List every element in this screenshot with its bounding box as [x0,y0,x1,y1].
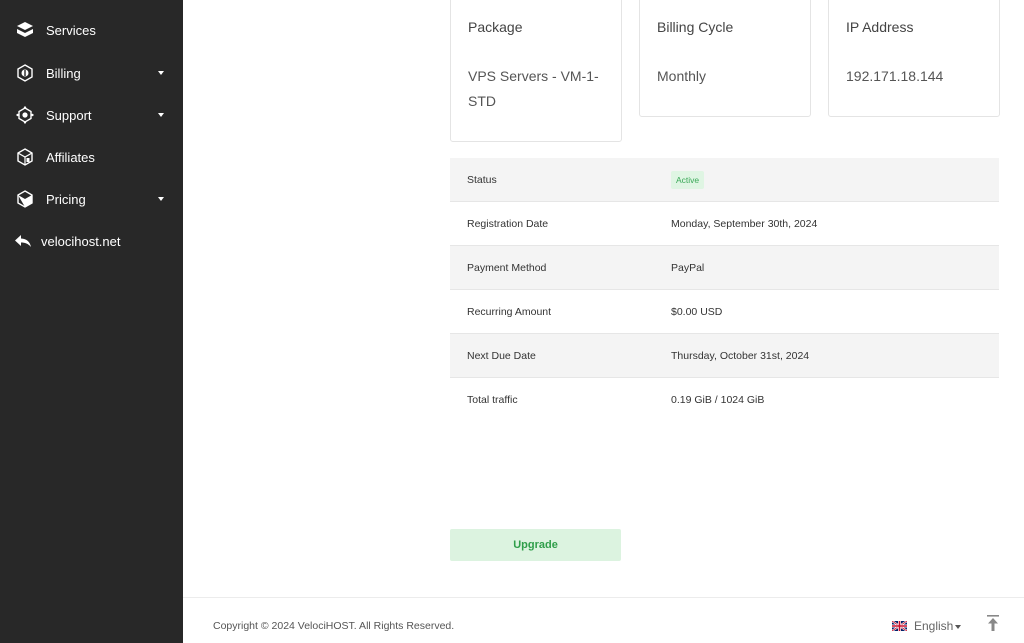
affiliates-cube-icon [17,148,33,166]
row-label: Recurring Amount [467,306,552,318]
row-value: Monday, September 30th, 2024 [671,218,818,230]
table-row: Next Due Date Thursday, October 31st, 20… [450,334,999,378]
chevron-down-icon [158,113,164,117]
row-value: Thursday, October 31st, 2024 [671,350,810,362]
billing-cube-icon [17,64,33,82]
table-row: Recurring Amount $0.00 USD [450,290,999,334]
row-label: Registration Date [467,218,549,230]
table-row: Payment Method PayPal [450,246,999,290]
row-value: $0.00 USD [671,306,723,318]
package-card: Package VPS Servers - VM-1-STD [450,0,622,142]
sidebar-item-label: Billing [46,66,81,81]
language-selector[interactable]: English [892,618,962,634]
footer-divider [183,597,1024,598]
row-label: Payment Method [467,262,547,274]
chevron-down-icon [158,71,164,75]
table-row: Status Active [450,158,999,202]
row-label: Total traffic [467,394,518,406]
billing-cycle-card-title: Billing Cycle [657,19,734,35]
sidebar-item-pricing[interactable]: Pricing [0,181,183,217]
table-row: Total traffic 0.19 GiB / 1024 GiB [450,378,999,421]
reply-arrow-icon [15,235,31,247]
table-row: Registration Date Monday, September 30th… [450,202,999,246]
chevron-down-icon [158,197,164,201]
billing-cycle-card-value: Monthly [657,68,707,84]
sidebar-item-services[interactable]: Services [0,12,183,48]
sidebar-back-link[interactable]: velocihost.net [0,223,183,259]
ip-address-card-value: 192.171.18.144 [846,68,944,84]
language-label: English [914,619,954,633]
ip-address-card-title: IP Address [846,19,914,35]
sidebar: Services Billing Support Affiliates Pric… [0,0,183,643]
copyright-text: Copyright © 2024 VelociHOST. All Rights … [213,620,455,632]
status-badge: Active [671,171,705,189]
ip-address-card: IP Address 192.171.18.144 [828,0,1000,117]
row-label: Next Due Date [467,350,536,362]
row-value: 0.19 GiB / 1024 GiB [671,394,765,406]
scroll-to-top-icon[interactable] [985,614,1001,632]
sidebar-item-support[interactable]: Support [0,97,183,133]
upgrade-button[interactable]: Upgrade [450,529,621,561]
row-label: Status [467,174,497,186]
sidebar-item-label: Services [46,23,96,38]
sidebar-item-label: Support [46,108,92,123]
back-link-label: velocihost.net [41,234,121,249]
pricing-cube-icon [17,190,33,208]
chevron-down-icon [955,625,962,629]
sidebar-item-billing[interactable]: Billing [0,55,183,91]
package-card-title: Package [468,19,523,35]
package-card-value: VPS Servers - VM-1-STD [468,68,599,109]
sidebar-item-affiliates[interactable]: Affiliates [0,139,183,175]
support-cube-icon [16,106,34,124]
services-cube-icon [17,22,33,37]
sidebar-item-label: Pricing [46,192,86,207]
sidebar-item-label: Affiliates [46,150,95,165]
row-value: PayPal [671,262,705,274]
uk-flag-icon [892,621,907,631]
billing-cycle-card: Billing Cycle Monthly [639,0,811,117]
service-details-table: Status Active Registration Date Monday, … [450,158,999,421]
